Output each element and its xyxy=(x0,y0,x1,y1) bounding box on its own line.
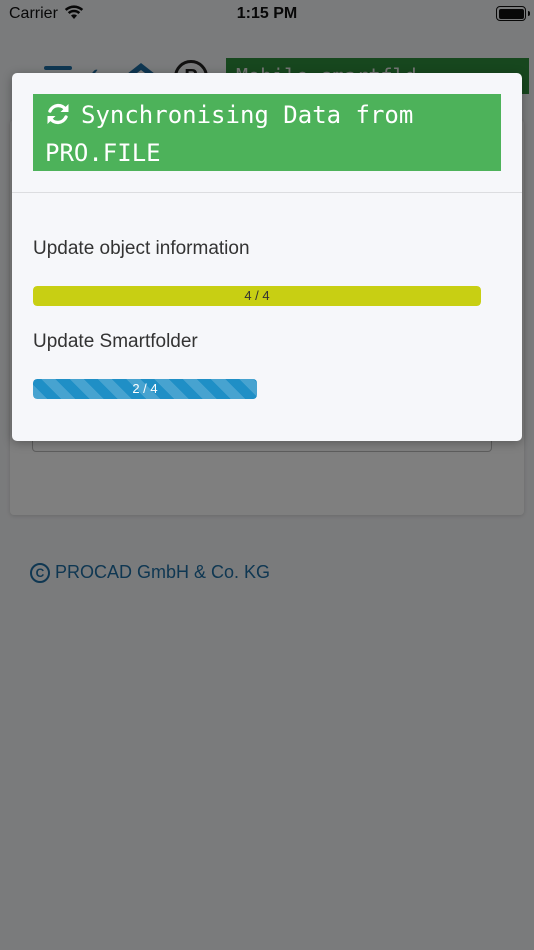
sync-dialog: Synchronising Data from PRO.FILE Update … xyxy=(12,73,522,441)
progress-track-smartfolder: 2 / 4 xyxy=(33,379,481,399)
progress-bar-object-info: 4 / 4 xyxy=(33,286,481,306)
progress-text-object-info: 4 / 4 xyxy=(244,288,270,303)
dialog-header: Synchronising Data from PRO.FILE xyxy=(12,73,522,193)
progress-text-smartfolder: 2 / 4 xyxy=(132,381,158,396)
step-label-object-info: Update object information xyxy=(33,238,250,259)
progress-bar-smartfolder: 2 / 4 xyxy=(33,379,257,399)
progress-track-object-info: 4 / 4 xyxy=(33,286,481,306)
sync-icon xyxy=(47,103,69,125)
step-label-smartfolder: Update Smartfolder xyxy=(33,331,198,352)
dialog-title: Synchronising Data from PRO.FILE xyxy=(45,101,414,167)
dialog-title-banner: Synchronising Data from PRO.FILE xyxy=(33,94,501,171)
